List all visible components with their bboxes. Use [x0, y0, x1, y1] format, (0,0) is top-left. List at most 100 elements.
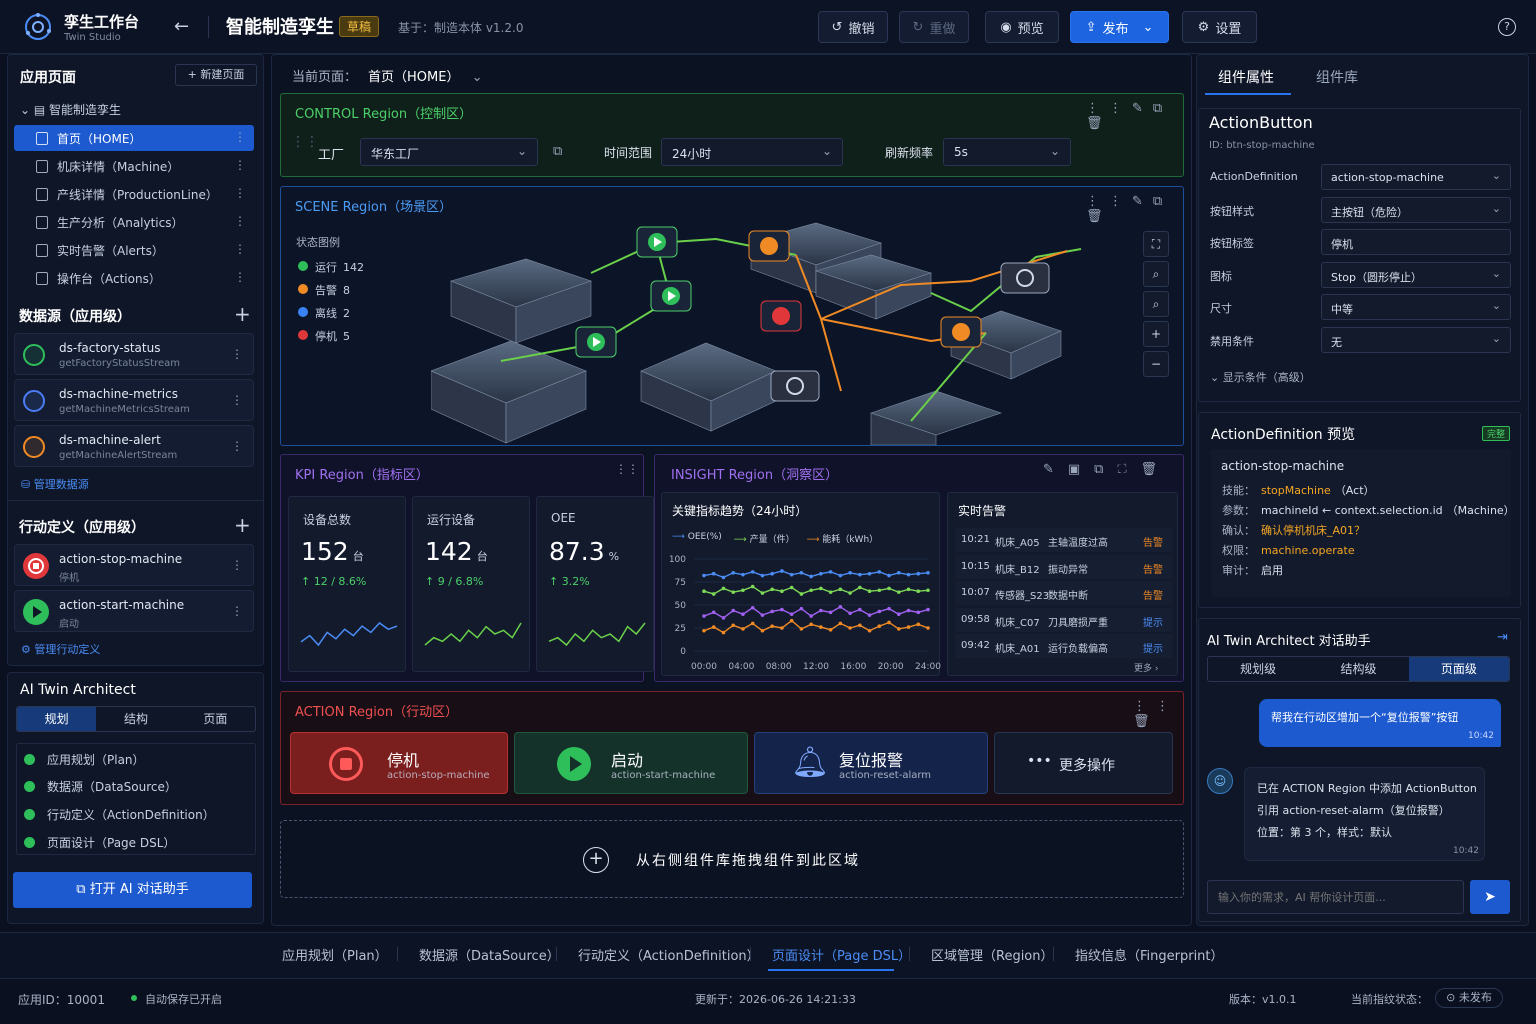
more-icon[interactable]: ⋮ — [234, 130, 246, 144]
region-toolbar[interactable]: ✎▣⧉⛶🗑 — [1043, 462, 1171, 477]
back-arrow-icon[interactable]: ← — [174, 16, 189, 37]
more-icon[interactable]: ⋮ — [231, 558, 243, 572]
scene-region[interactable]: SCENE Region（场景区） ⋮⋮✎⧉🗑 状态图例 运行 142 告警 8 离线 2… — [280, 186, 1184, 446]
tab-structure[interactable]: 结构 — [96, 707, 175, 731]
more-icon[interactable]: ⋮ — [231, 347, 243, 361]
drag-handle-icon[interactable]: ⋮⋮ — [615, 462, 639, 476]
alert-row[interactable]: 10:21 机床_A05 主轴温度过高 告警 — [955, 528, 1173, 552]
autosave-dot — [131, 995, 137, 1001]
more-icon[interactable]: ⋮ — [231, 393, 243, 407]
help-icon[interactable]: ? — [1498, 18, 1516, 36]
show-conditions-toggle[interactable]: ⌄ 显示条件（高级） — [1210, 369, 1311, 385]
property-select[interactable]: action-stop-machine ⌄ — [1321, 164, 1511, 190]
control-region[interactable]: CONTROL Region（控制区） ⋮⋮✎⧉🗑 ⋮⋮ 工厂 华东工厂 ⌄ ⧉ … — [280, 93, 1184, 177]
bottom-tab[interactable]: 指纹信息（Fingerprint） — [1075, 945, 1224, 964]
sidebar-item-page[interactable]: 首页（HOME） ⋮ — [14, 125, 254, 151]
legend-entry: ⟶ 产量（件） — [734, 532, 795, 545]
bottom-tab[interactable]: 应用规划（Plan） — [282, 945, 388, 964]
bottom-tab[interactable]: 区域管理（Region） — [931, 945, 1054, 964]
alert-row[interactable]: 09:58 机床_C07 刀具磨损严重 提示 — [955, 607, 1173, 632]
action-card-stop[interactable]: action-stop-machine 停机 ⋮ — [14, 544, 254, 586]
zoom-in-icon[interactable]: + — [1143, 321, 1169, 347]
region-toolbar[interactable]: ⋮⋮🗑 — [1133, 699, 1183, 729]
database-icon — [23, 344, 45, 366]
tab-plan-level[interactable]: 规划级 — [1208, 657, 1308, 681]
fullscreen-icon[interactable]: ⛶ — [1143, 231, 1169, 257]
datasource-card[interactable]: ds-machine-alert getMachineAlertStream ⋮ — [14, 425, 254, 467]
factory-select[interactable]: 华东工厂 ⌄ — [360, 138, 538, 166]
alert-row[interactable]: 10:07 传感器_S23 数据中断 告警 — [955, 581, 1173, 605]
reset-alarm-button[interactable]: 🔔︎ 复位报警 action-reset-alarm — [754, 732, 988, 794]
datasource-card[interactable]: ds-machine-metrics getMachineMetricsStrea… — [14, 379, 254, 421]
undo-button[interactable]: ↺ 撤销 — [818, 11, 888, 43]
collapse-icon[interactable]: ⇥ — [1497, 630, 1508, 645]
upload-icon: ⇪ — [1085, 19, 1097, 35]
action-card-start[interactable]: action-start-machine 启动 ⋮ — [14, 590, 254, 632]
tab-page[interactable]: 页面 — [176, 707, 255, 731]
tab-page-level[interactable]: 页面级 — [1408, 657, 1509, 681]
datasource-card[interactable]: ds-factory-status getFactoryStatusStream ⋮ — [14, 333, 254, 375]
more-alerts-link[interactable]: 更多 › — [1134, 661, 1158, 674]
refresh-select[interactable]: 5s ⌄ — [943, 138, 1071, 166]
autosave-status: 自动保存已开启 — [145, 993, 222, 1006]
preview-button[interactable]: ◉ 预览 — [985, 11, 1059, 43]
more-icon[interactable]: ⋮ — [234, 214, 246, 228]
alert-row[interactable]: 09:42 机床_A01 运行负载偏高 提示 — [955, 634, 1173, 658]
sidebar-item-page[interactable]: 机床详情（Machine） ⋮ — [14, 153, 254, 179]
settings-button[interactable]: ⚙ 设置 — [1182, 11, 1257, 43]
data-point — [789, 572, 794, 577]
tree-root[interactable]: ⌄ ▤ 智能制造孪生 — [20, 101, 121, 118]
legend-marker: ⟶ — [733, 535, 750, 545]
more-icon[interactable]: ⋮ — [234, 270, 246, 284]
property-input[interactable]: 停机 — [1321, 229, 1511, 255]
manage-actions-link[interactable]: ⚙ 管理行动定义 — [21, 641, 100, 657]
more-icon[interactable]: ⋮ — [234, 186, 246, 200]
property-select[interactable]: 中等 ⌄ — [1321, 294, 1511, 320]
manage-datasource-link[interactable]: ⛁ 管理数据源 — [21, 476, 89, 492]
tab-library[interactable]: 组件库 — [1316, 67, 1358, 87]
zoom-out-icon[interactable]: − — [1143, 351, 1169, 377]
data-point — [819, 625, 823, 629]
sidebar-item-page[interactable]: 操作台（Actions） ⋮ — [14, 265, 254, 291]
tab-structure-level[interactable]: 结构级 — [1308, 657, 1408, 681]
tab-divider — [397, 947, 398, 961]
region-toolbar[interactable]: ⋮⋮✎⧉🗑 — [1086, 101, 1183, 131]
more-icon[interactable]: ⋮ — [234, 158, 246, 172]
sidebar-item-page[interactable]: 实时告警（Alerts） ⋮ — [14, 237, 254, 263]
more-actions-button[interactable]: ••• 更多操作 — [994, 732, 1173, 794]
more-icon[interactable]: ⋮ — [231, 439, 243, 453]
add-datasource-icon[interactable]: + — [234, 302, 251, 326]
more-icon[interactable]: ⋮ — [234, 242, 246, 256]
tab-plan[interactable]: 规划 — [17, 707, 97, 731]
tab-properties[interactable]: 组件属性 — [1218, 67, 1274, 87]
drop-zone[interactable]: + 从右侧组件库拖拽组件到此区域 — [280, 820, 1184, 898]
stop-button[interactable]: 停机 action-stop-machine — [290, 732, 508, 794]
publish-button[interactable]: ⇪ 发布 ⌄ — [1070, 11, 1169, 43]
start-button[interactable]: 启动 action-start-machine — [514, 732, 748, 794]
redo-button[interactable]: ↻ 重做 — [899, 11, 969, 43]
search-icon[interactable]: ⌕ — [1143, 291, 1169, 317]
add-action-icon[interactable]: + — [234, 513, 251, 537]
alert-row[interactable]: 10:15 机床_B12 振动异常 告警 — [955, 554, 1173, 579]
external-link-icon[interactable]: ⧉ — [553, 144, 562, 159]
pages-title: 应用页面 — [20, 70, 76, 86]
property-select[interactable]: 无 ⌄ — [1321, 326, 1511, 353]
zoom-fit-icon[interactable]: ⌕ — [1143, 261, 1169, 287]
current-page-select[interactable]: 首页（HOME） ⌄ — [368, 66, 483, 85]
new-page-button[interactable]: + 新建页面 — [175, 64, 257, 86]
open-ai-button[interactable]: ⧉ 打开 AI 对话助手 — [13, 872, 252, 908]
ai-chat-input[interactable] — [1207, 880, 1464, 914]
region-toolbar[interactable]: ⋮⋮✎⧉🗑 — [1086, 194, 1183, 224]
sidebar-item-page[interactable]: 产线详情（ProductionLine） ⋮ — [14, 181, 254, 207]
bottom-tab[interactable]: 数据源（DataSource） — [419, 945, 560, 964]
property-select[interactable]: Stop（圆形停止） ⌄ — [1321, 261, 1511, 288]
sidebar-item-page[interactable]: 生产分析（Analytics） ⋮ — [14, 209, 254, 235]
drag-handle-icon[interactable]: ⋮⋮ — [291, 134, 319, 150]
bottom-tab[interactable]: 行动定义（ActionDefinition） — [578, 945, 760, 964]
bottom-tab[interactable]: 页面设计（Page DSL） — [772, 945, 911, 964]
range-select[interactable]: 24小时 ⌄ — [661, 138, 843, 166]
send-icon[interactable]: ➤ — [1470, 880, 1510, 914]
property-select[interactable]: 主按钮（危险） ⌄ — [1321, 196, 1511, 223]
factory-scene[interactable] — [431, 221, 1111, 445]
more-icon[interactable]: ⋮ — [231, 604, 243, 618]
